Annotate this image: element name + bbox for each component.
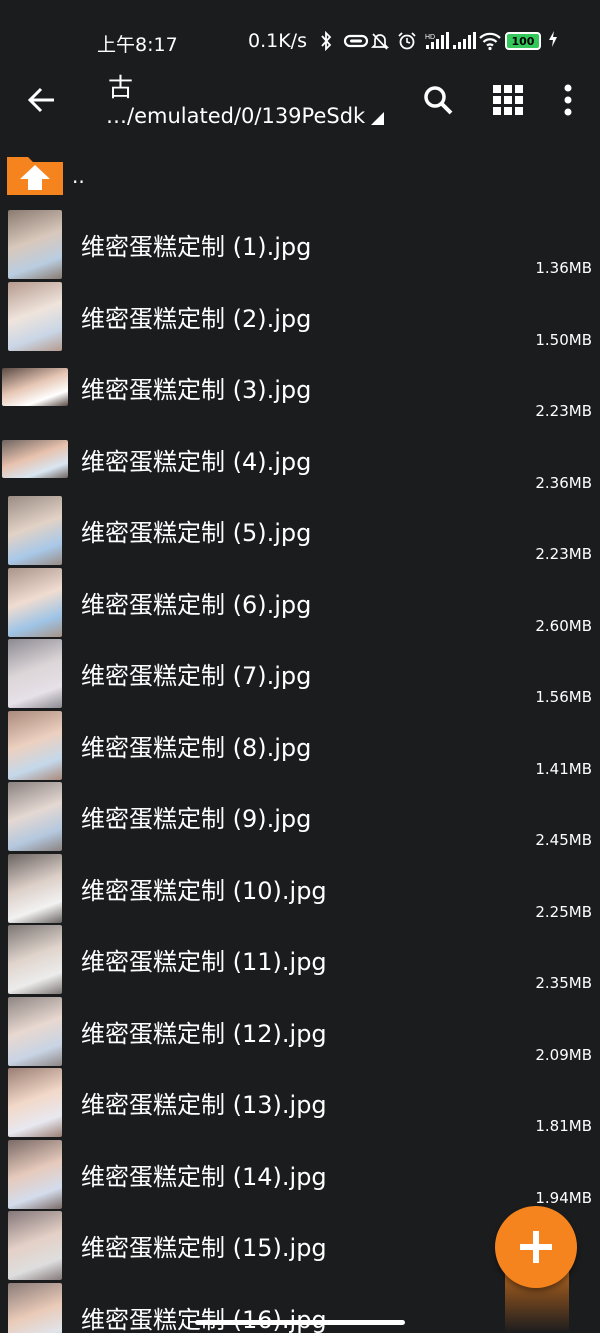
file-row[interactable]: 维密蛋糕定制 (11).jpg 2.35MB	[0, 924, 600, 996]
file-name: 维密蛋糕定制 (13).jpg	[81, 1091, 327, 1119]
file-row[interactable]: 维密蛋糕定制 (8).jpg 1.41MB	[0, 710, 600, 782]
file-thumbnail	[2, 439, 68, 478]
file-name: 维密蛋糕定制 (4).jpg	[81, 447, 312, 476]
grid-view-icon[interactable]	[488, 80, 528, 120]
file-name: 维密蛋糕定制 (10).jpg	[81, 876, 327, 905]
parent-folder-row[interactable]: ..	[0, 138, 600, 210]
file-row[interactable]: 维密蛋糕定制 (5).jpg 2.23MB	[0, 495, 600, 567]
file-thumbnail	[8, 281, 62, 351]
more-vert-icon[interactable]	[548, 80, 588, 120]
file-name: 维密蛋糕定制 (9).jpg	[81, 805, 312, 833]
file-size: 2.25MB	[535, 902, 592, 921]
file-name: 维密蛋糕定制 (16).jpg	[81, 1305, 327, 1333]
file-thumbnail	[8, 1211, 62, 1280]
file-name: 维密蛋糕定制 (7).jpg	[81, 662, 312, 690]
file-name: 维密蛋糕定制 (11).jpg	[81, 948, 327, 976]
file-row[interactable]: 维密蛋糕定制 (7).jpg 1.56MB	[0, 638, 600, 710]
link-icon	[343, 31, 369, 51]
file-thumbnail	[8, 567, 62, 637]
file-name: 维密蛋糕定制 (14).jpg	[81, 1162, 327, 1191]
dropdown-caret-icon	[371, 111, 385, 125]
back-arrow-icon[interactable]	[22, 80, 62, 120]
battery-icon: 100	[504, 32, 541, 50]
file-list[interactable]: .. 维密蛋糕定制 (1).jpg 1.36MB 维密蛋糕定制 (2).jpg 1.5…	[0, 138, 600, 1333]
file-row[interactable]: 维密蛋糕定制 (6).jpg 2.60MB	[0, 567, 600, 639]
file-row[interactable]: 维密蛋糕定制 (10).jpg 2.25MB	[0, 853, 600, 925]
status-bar: 上午8:17 0.1K/s HD 100	[0, 0, 600, 62]
file-name: 维密蛋糕定制 (8).jpg	[81, 733, 312, 762]
file-size: 2.35MB	[535, 974, 592, 992]
signal-icon	[451, 31, 476, 51]
file-thumbnail	[8, 496, 62, 565]
wifi-icon	[478, 31, 501, 51]
file-size: 2.23MB	[535, 545, 592, 563]
file-row[interactable]: 维密蛋糕定制 (12).jpg 2.09MB	[0, 996, 600, 1068]
file-row[interactable]: 维密蛋糕定制 (4).jpg 2.36MB	[0, 424, 600, 496]
file-row[interactable]: 维密蛋糕定制 (14).jpg 1.94MB	[0, 1139, 600, 1211]
status-icons: 0.1K/s HD 100	[248, 28, 558, 54]
charging-icon	[548, 30, 558, 52]
file-name: 维密蛋糕定制 (12).jpg	[81, 1019, 327, 1048]
add-fab-button[interactable]	[495, 1206, 577, 1288]
file-row[interactable]: 维密蛋糕定制 (9).jpg 2.45MB	[0, 781, 600, 853]
svg-text:HD: HD	[425, 34, 435, 41]
status-time: 上午8:17	[97, 34, 178, 56]
file-size: 1.36MB	[535, 259, 592, 277]
file-thumbnail	[8, 925, 62, 994]
file-size: 1.56MB	[535, 688, 592, 706]
file-thumbnail	[8, 639, 62, 708]
file-size: 1.81MB	[535, 1117, 592, 1135]
parent-folder-label: ..	[72, 164, 85, 188]
file-name: 维密蛋糕定制 (15).jpg	[81, 1234, 327, 1262]
file-name: 维密蛋糕定制 (3).jpg	[81, 376, 312, 404]
file-size: 2.45MB	[535, 831, 592, 849]
file-size: 2.60MB	[535, 616, 592, 635]
file-row[interactable]: 维密蛋糕定制 (2).jpg 1.50MB	[0, 281, 600, 353]
file-size: 2.23MB	[535, 402, 592, 420]
file-name: 维密蛋糕定制 (5).jpg	[81, 519, 312, 547]
file-size: 1.50MB	[535, 330, 592, 349]
file-thumbnail	[8, 1068, 62, 1137]
search-icon[interactable]	[418, 80, 458, 120]
gesture-nav-bar[interactable]	[195, 1320, 405, 1325]
folder-up-icon	[4, 153, 66, 197]
alarm-icon	[397, 31, 417, 51]
file-thumbnail	[8, 853, 62, 923]
file-row[interactable]: 维密蛋糕定制 (13).jpg 1.81MB	[0, 1067, 600, 1139]
folder-title: 古	[108, 73, 134, 102]
mute-icon	[370, 31, 390, 51]
file-name: 维密蛋糕定制 (1).jpg	[81, 233, 312, 261]
file-size: 1.41MB	[535, 759, 592, 778]
file-name: 维密蛋糕定制 (2).jpg	[81, 304, 312, 333]
hd-signal-icon: HD	[424, 31, 449, 51]
net-speed: 0.1K/s	[248, 30, 307, 52]
file-name: 维密蛋糕定制 (6).jpg	[81, 590, 312, 619]
toolbar: 古 …/emulated/0/139PeSdk	[0, 62, 600, 138]
file-row[interactable]: 维密蛋糕定制 (3).jpg 2.23MB	[0, 352, 600, 424]
file-thumbnail	[8, 210, 62, 279]
file-size: 2.09MB	[535, 1045, 592, 1064]
path-text: …/emulated/0/139PeSdk	[106, 104, 366, 128]
path-dropdown[interactable]: …/emulated/0/139PeSdk	[106, 104, 385, 128]
file-thumbnail	[8, 1139, 62, 1209]
bluetooth-icon	[316, 30, 336, 52]
file-thumbnail	[8, 710, 62, 780]
file-row[interactable]: 维密蛋糕定制 (1).jpg 1.36MB	[0, 209, 600, 281]
file-thumbnail	[2, 368, 68, 406]
file-thumbnail	[8, 782, 62, 851]
file-thumbnail	[8, 996, 62, 1066]
file-thumbnail	[8, 1282, 62, 1333]
file-size: 2.36MB	[535, 473, 592, 492]
file-size: 1.94MB	[535, 1188, 592, 1207]
